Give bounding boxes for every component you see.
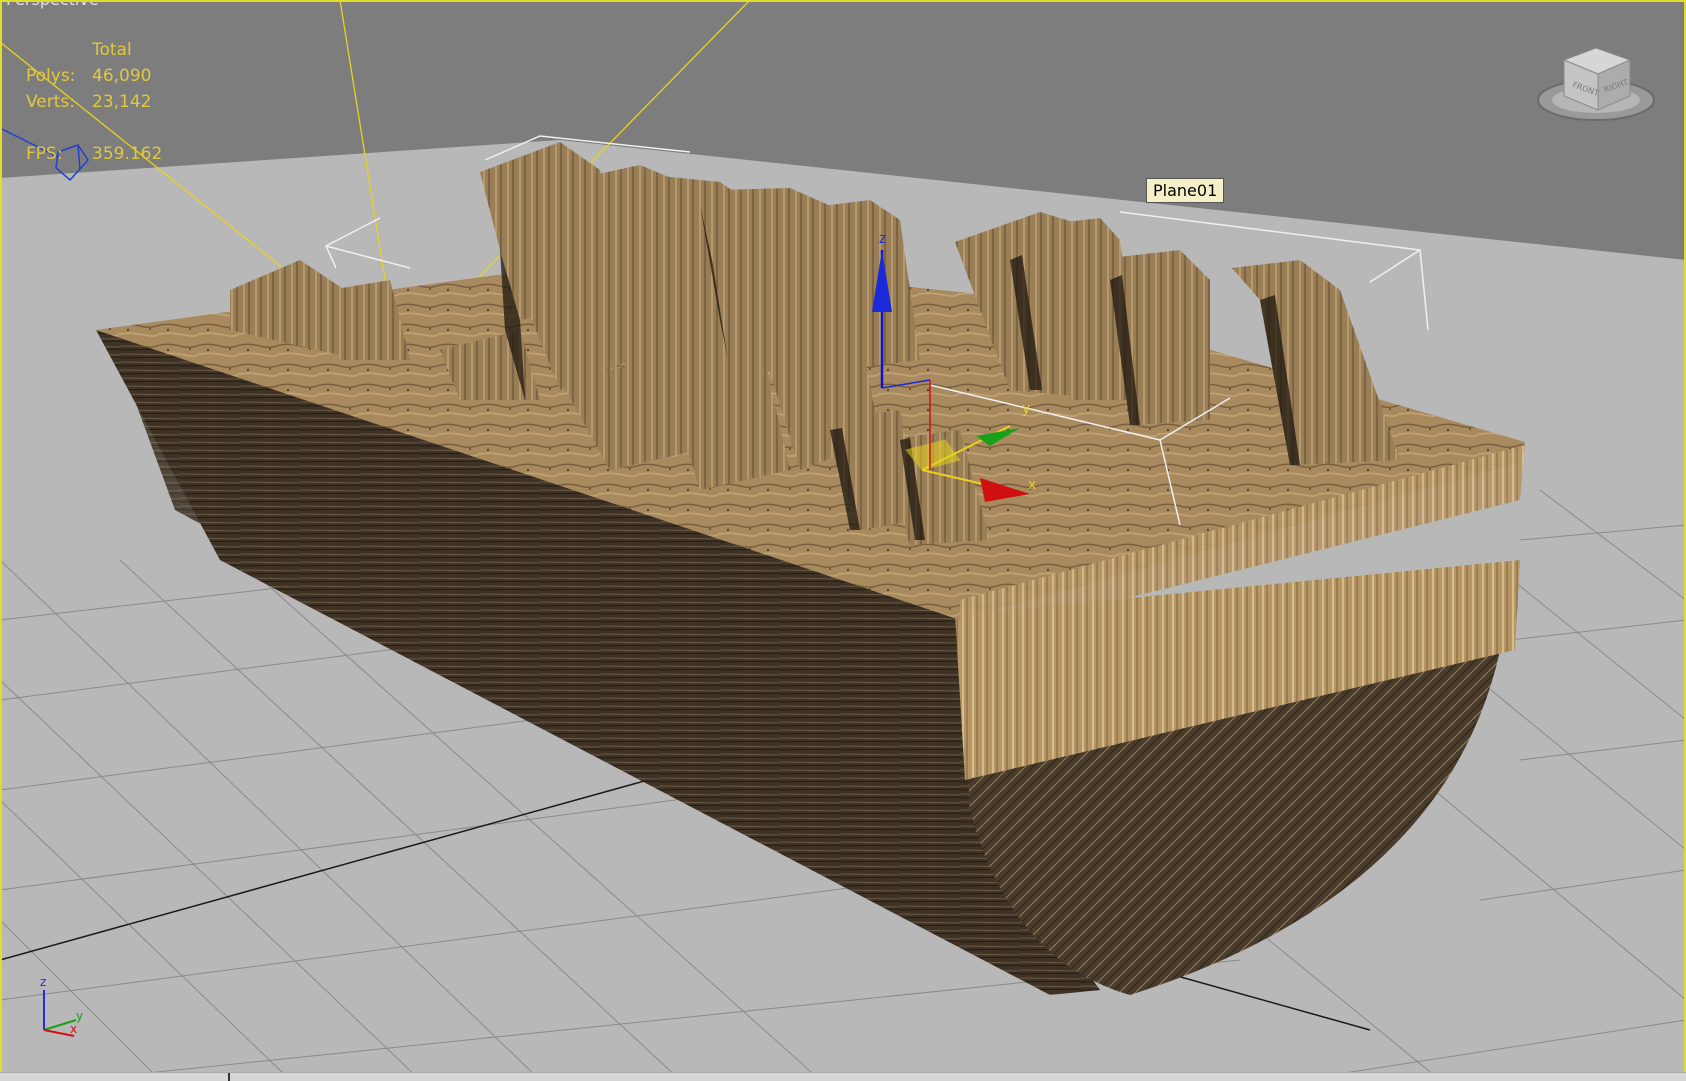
stats-polys-value: 46,090 (92, 66, 152, 86)
gizmo-z-label: z (879, 231, 887, 247)
viewport-label[interactable]: Perspective (6, 0, 99, 9)
stats-polys-label: Polys: (26, 66, 76, 86)
stats-fps-value: 359.162 (92, 144, 163, 164)
stats-verts-label: Verts: (26, 92, 76, 112)
gizmo-x-label: x (1028, 477, 1037, 493)
tripod-z-label: z (40, 975, 46, 989)
stats-verts-value: 23,142 (92, 92, 152, 112)
stats-fps-label: FPS: (26, 144, 63, 164)
tripod-x-label: x (70, 1022, 77, 1036)
tripod-y-label: y (76, 1009, 83, 1023)
scene-canvas[interactable] (0, 0, 1686, 1080)
viewcube-icon[interactable]: FRONT RIGHT (1536, 40, 1656, 130)
world-axis-tripod: z y x (30, 970, 100, 1040)
perspective-viewport[interactable]: Perspective Total Polys: 46,090 Verts: 2… (0, 0, 1686, 1080)
object-name-tooltip: Plane01 (1146, 178, 1225, 203)
stats-header: Total (92, 40, 132, 60)
gizmo-y-label: y (1022, 401, 1031, 417)
